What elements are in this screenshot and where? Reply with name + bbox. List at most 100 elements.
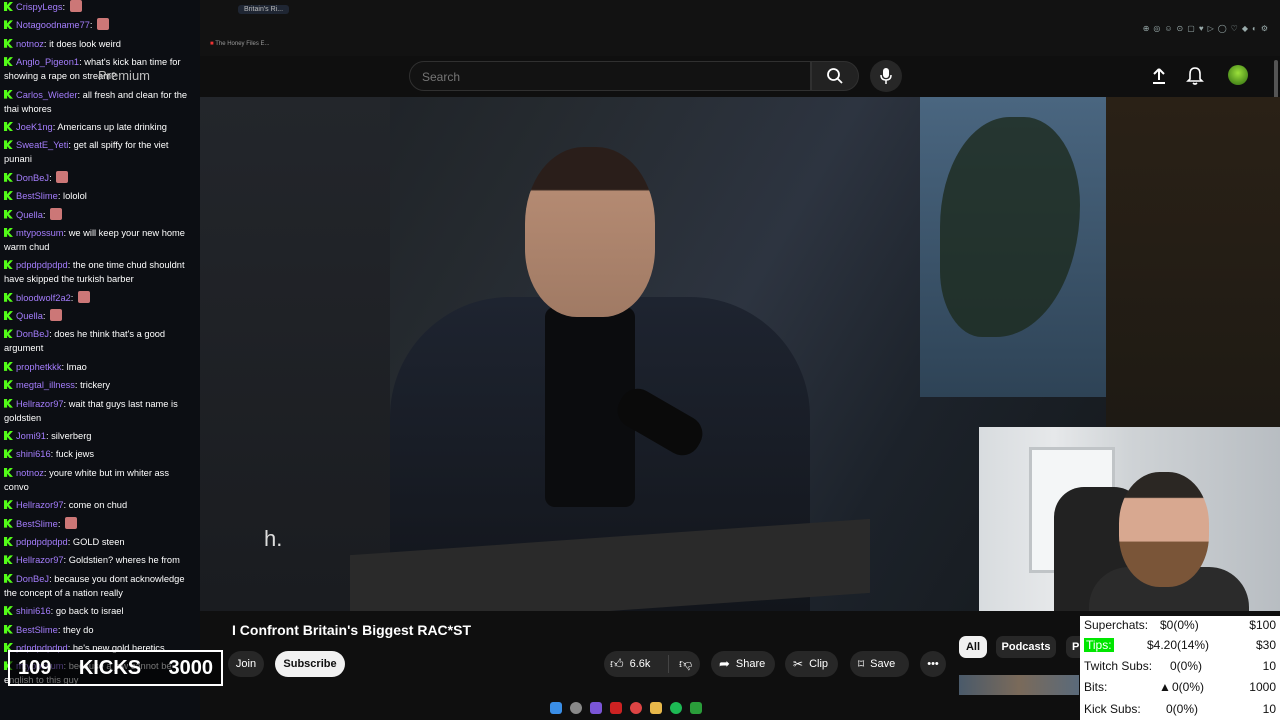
stats-goal: $100 xyxy=(1249,618,1276,632)
chat-username[interactable]: DonBeJ xyxy=(16,173,49,183)
chat-username[interactable]: DonBeJ xyxy=(16,329,49,339)
spotify-icon[interactable] xyxy=(670,702,682,714)
chat-username[interactable]: BestSlime xyxy=(16,191,58,201)
join-button[interactable]: Join xyxy=(228,651,264,677)
file-explorer-icon[interactable] xyxy=(650,702,662,714)
account-avatar[interactable] xyxy=(1228,65,1248,85)
chat-message: BestSlime: they do xyxy=(0,623,200,637)
microphone-icon xyxy=(880,68,892,84)
chat-emote-icon xyxy=(65,516,78,529)
browser-tab[interactable]: Britain's Ri... xyxy=(238,5,290,14)
chat-username[interactable]: Quella xyxy=(16,311,43,321)
taskbar-app-icon[interactable] xyxy=(610,702,622,714)
voice-search-button[interactable] xyxy=(870,60,902,92)
chat-message: bloodwolf2a2: xyxy=(0,290,200,305)
chat-username[interactable]: mtypossum xyxy=(16,228,64,238)
like-dislike-group: 👍︎ 6.6k 👎︎ xyxy=(604,651,700,677)
chat-username[interactable]: Quella xyxy=(16,210,43,220)
upload-icon[interactable] xyxy=(1150,67,1168,85)
chat-username[interactable]: pdpdpdpdpd xyxy=(16,537,68,547)
kicks-target: 3000 xyxy=(168,656,213,679)
search-input[interactable] xyxy=(420,69,804,85)
kick-badge-icon xyxy=(4,624,13,634)
stats-row-twitch-subs: Twitch Subs: 0(0%) 10 xyxy=(1084,659,1276,677)
search-button[interactable] xyxy=(811,61,859,91)
like-button[interactable]: 👍︎ 6.6k xyxy=(604,655,669,673)
chat-username[interactable]: Hellrazor97 xyxy=(16,399,64,409)
share-button[interactable]: ➦ Share xyxy=(711,651,775,677)
xbox-icon[interactable] xyxy=(690,702,702,714)
bookmark-label: The Honey Files E... xyxy=(215,41,270,47)
chat-separator: : xyxy=(70,292,76,303)
save-label: Save xyxy=(870,658,896,670)
chat-message: pdpdpdpdpd: the one time chud shouldnt h… xyxy=(0,258,200,286)
video-player[interactable] xyxy=(200,97,1106,611)
chat-message: DonBeJ: does he think that's a good argu… xyxy=(0,327,200,355)
chat-username[interactable]: notnoz xyxy=(16,468,44,478)
chat-username[interactable]: shini616 xyxy=(16,449,51,459)
chat-username[interactable]: Jomi91 xyxy=(16,431,46,441)
kick-badge-icon xyxy=(4,555,13,565)
chat-text: Americans up late drinking xyxy=(57,121,167,132)
chat-message-list: CrispyLegs: Notagoodname77: notnoz: it d… xyxy=(0,0,200,692)
chat-username[interactable]: Anglo_Pigeon1 xyxy=(16,57,79,67)
kick-badge-icon xyxy=(4,398,13,408)
chip-all[interactable]: All xyxy=(959,636,987,658)
clip-button[interactable]: ✂ Clip xyxy=(785,651,838,677)
extension-icons[interactable]: ⊕◎☺⊙▢♥▷◯♡◆◐⚙ xyxy=(1143,24,1272,33)
chat-username[interactable]: DonBeJ xyxy=(16,574,49,584)
stats-row-tips: Tips: $4.20(14%) $30 xyxy=(1084,638,1276,656)
chat-username[interactable]: BestSlime xyxy=(16,625,58,635)
discord-icon[interactable] xyxy=(590,702,602,714)
chat-username[interactable]: Hellrazor97 xyxy=(16,500,64,510)
subscribe-button[interactable]: Subscribe xyxy=(275,651,345,677)
kick-badge-icon xyxy=(4,260,13,270)
chrome-icon[interactable] xyxy=(630,702,642,714)
recommended-thumbnail[interactable] xyxy=(959,675,1079,695)
kick-badge-icon xyxy=(4,606,13,616)
stats-value: 0(0%) xyxy=(1172,680,1205,694)
chat-username[interactable]: bloodwolf2a2 xyxy=(16,293,71,303)
chip-podcasts[interactable]: Podcasts xyxy=(996,636,1056,658)
kick-badge-icon xyxy=(4,57,13,67)
chat-username[interactable]: Hellrazor97 xyxy=(16,555,64,565)
os-taskbar xyxy=(550,698,730,718)
chat-username[interactable]: JoeK1ng xyxy=(16,122,53,132)
share-arrow-icon: ➦ xyxy=(719,656,730,671)
bookmark-icon: ⌑ xyxy=(858,657,865,671)
stats-goal: $30 xyxy=(1255,638,1276,652)
chat-username[interactable]: megtal_illness xyxy=(16,380,75,390)
stats-row-kick-subs: Kick Subs: 0(0%) 10 xyxy=(1084,702,1276,720)
chat-username[interactable]: Notagoodname77 xyxy=(16,20,90,30)
taskbar-search-icon[interactable] xyxy=(570,702,582,714)
kick-badge-icon xyxy=(4,140,13,150)
chat-username[interactable]: Carlos_Wieder xyxy=(16,90,77,100)
chat-username[interactable]: CrispyLegs xyxy=(16,2,63,12)
search-box[interactable] xyxy=(409,61,811,91)
windows-start-icon[interactable] xyxy=(550,702,562,714)
browser-tab-strip[interactable]: Britain's Ri... xyxy=(200,0,1280,20)
bookmark-item[interactable]: ■ The Honey Files E... xyxy=(210,41,270,47)
chat-username[interactable]: BestSlime xyxy=(16,519,58,529)
scissors-icon: ✂ xyxy=(793,657,804,671)
chat-username[interactable]: SweatE_Yeti xyxy=(16,140,68,150)
stats-value: $0(0%) xyxy=(1160,618,1199,632)
notifications-bell-icon[interactable] xyxy=(1186,66,1204,86)
chat-message: Carlos_Wieder: all fresh and clean for t… xyxy=(0,88,200,116)
save-button[interactable]: ⌑ Save xyxy=(850,651,909,677)
kick-badge-icon xyxy=(4,431,13,441)
dislike-button[interactable]: 👎︎ xyxy=(669,656,692,672)
kicks-goal-box: 109 KICKS 3000 xyxy=(8,650,223,686)
chat-separator: : xyxy=(62,2,68,12)
chat-username[interactable]: pdpdpdpdpd xyxy=(16,260,68,270)
chat-message: megtal_illness: trickery xyxy=(0,378,200,392)
chat-username[interactable]: prophetkkk xyxy=(16,362,61,372)
kick-badge-icon xyxy=(4,172,13,182)
chat-emote-icon xyxy=(50,309,63,322)
chat-message: JoeK1ng: Americans up late drinking xyxy=(0,120,200,134)
chat-message: BestSlime: lololol xyxy=(0,189,200,203)
chat-separator: : xyxy=(42,311,49,322)
chat-username[interactable]: notnoz xyxy=(16,39,44,49)
more-actions-button[interactable]: ••• xyxy=(920,651,946,677)
chat-username[interactable]: shini616 xyxy=(16,606,51,616)
